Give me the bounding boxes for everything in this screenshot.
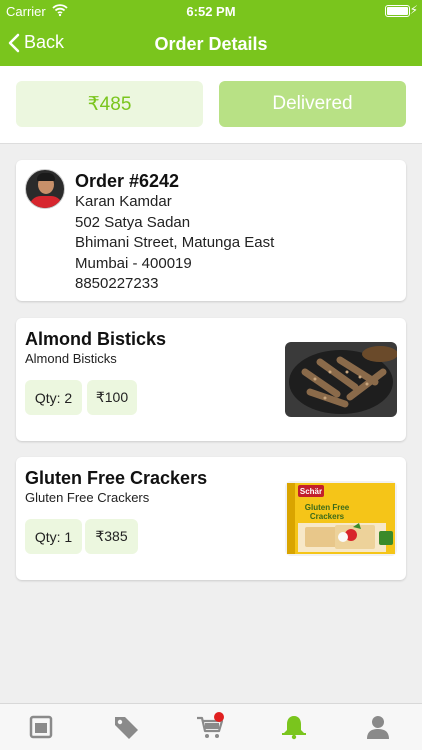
order-card: Order #6242 Karan Kamdar 502 Satya Sadan… bbox=[16, 160, 406, 301]
status-badge: Delivered bbox=[219, 81, 406, 127]
list-item[interactable]: Almond Bisticks Almond Bisticks Qty: 2 ₹… bbox=[16, 318, 406, 441]
status-bar: Carrier 6:52 PM ⚡ bbox=[0, 0, 422, 22]
page-title: Order Details bbox=[154, 34, 268, 54]
svg-text:Crackers: Crackers bbox=[310, 512, 345, 521]
tab-bar bbox=[0, 703, 422, 750]
item-price: ₹100 bbox=[87, 380, 137, 415]
battery-icon bbox=[385, 5, 410, 17]
tab-cart[interactable] bbox=[196, 712, 226, 740]
list-item[interactable]: Gluten Free Crackers Gluten Free Cracker… bbox=[16, 457, 406, 580]
almond-bisticks-image bbox=[285, 342, 397, 417]
nav-bar: Back Order Details bbox=[0, 22, 422, 66]
order-number: Order #6242 bbox=[75, 171, 180, 191]
gluten-free-crackers-image: Schär Gluten Free Crackers bbox=[285, 481, 397, 556]
item-price: ₹385 bbox=[85, 519, 138, 554]
address-line-3: Mumbai - 400019 bbox=[75, 254, 192, 272]
item-description: Gluten Free Crackers bbox=[25, 490, 150, 505]
phone-number[interactable]: 8850227233 bbox=[75, 274, 274, 295]
customer-name: Karan Kamdar bbox=[75, 193, 172, 210]
total-price: ₹485 bbox=[16, 81, 203, 127]
orders-icon bbox=[28, 714, 58, 740]
item-description: Almond Bisticks bbox=[25, 351, 117, 366]
clock: 6:52 PM bbox=[186, 4, 236, 19]
item-quantity: Qty: 2 bbox=[25, 380, 82, 415]
tab-profile[interactable] bbox=[365, 714, 395, 740]
item-name: Almond Bisticks bbox=[25, 329, 167, 349]
tab-offers[interactable] bbox=[112, 714, 142, 740]
address-line-1: 502 Satya Sadan bbox=[75, 213, 191, 231]
tab-notifications[interactable] bbox=[281, 714, 311, 740]
package-brand: Schär bbox=[300, 487, 322, 496]
item-name: Gluten Free Crackers bbox=[25, 468, 208, 488]
item-quantity: Qty: 1 bbox=[25, 519, 82, 554]
tag-icon bbox=[112, 714, 142, 740]
order-summary: ₹485 Delivered bbox=[0, 66, 422, 144]
address-line-2: Bhimani Street, Matunga East bbox=[75, 234, 275, 251]
bell-icon bbox=[281, 714, 311, 740]
cart-badge bbox=[214, 712, 224, 722]
avatar bbox=[25, 169, 65, 209]
charging-icon: ⚡ bbox=[409, 3, 418, 17]
tab-orders[interactable] bbox=[28, 714, 58, 740]
user-icon bbox=[365, 714, 395, 740]
svg-text:Gluten Free: Gluten Free bbox=[305, 503, 350, 512]
